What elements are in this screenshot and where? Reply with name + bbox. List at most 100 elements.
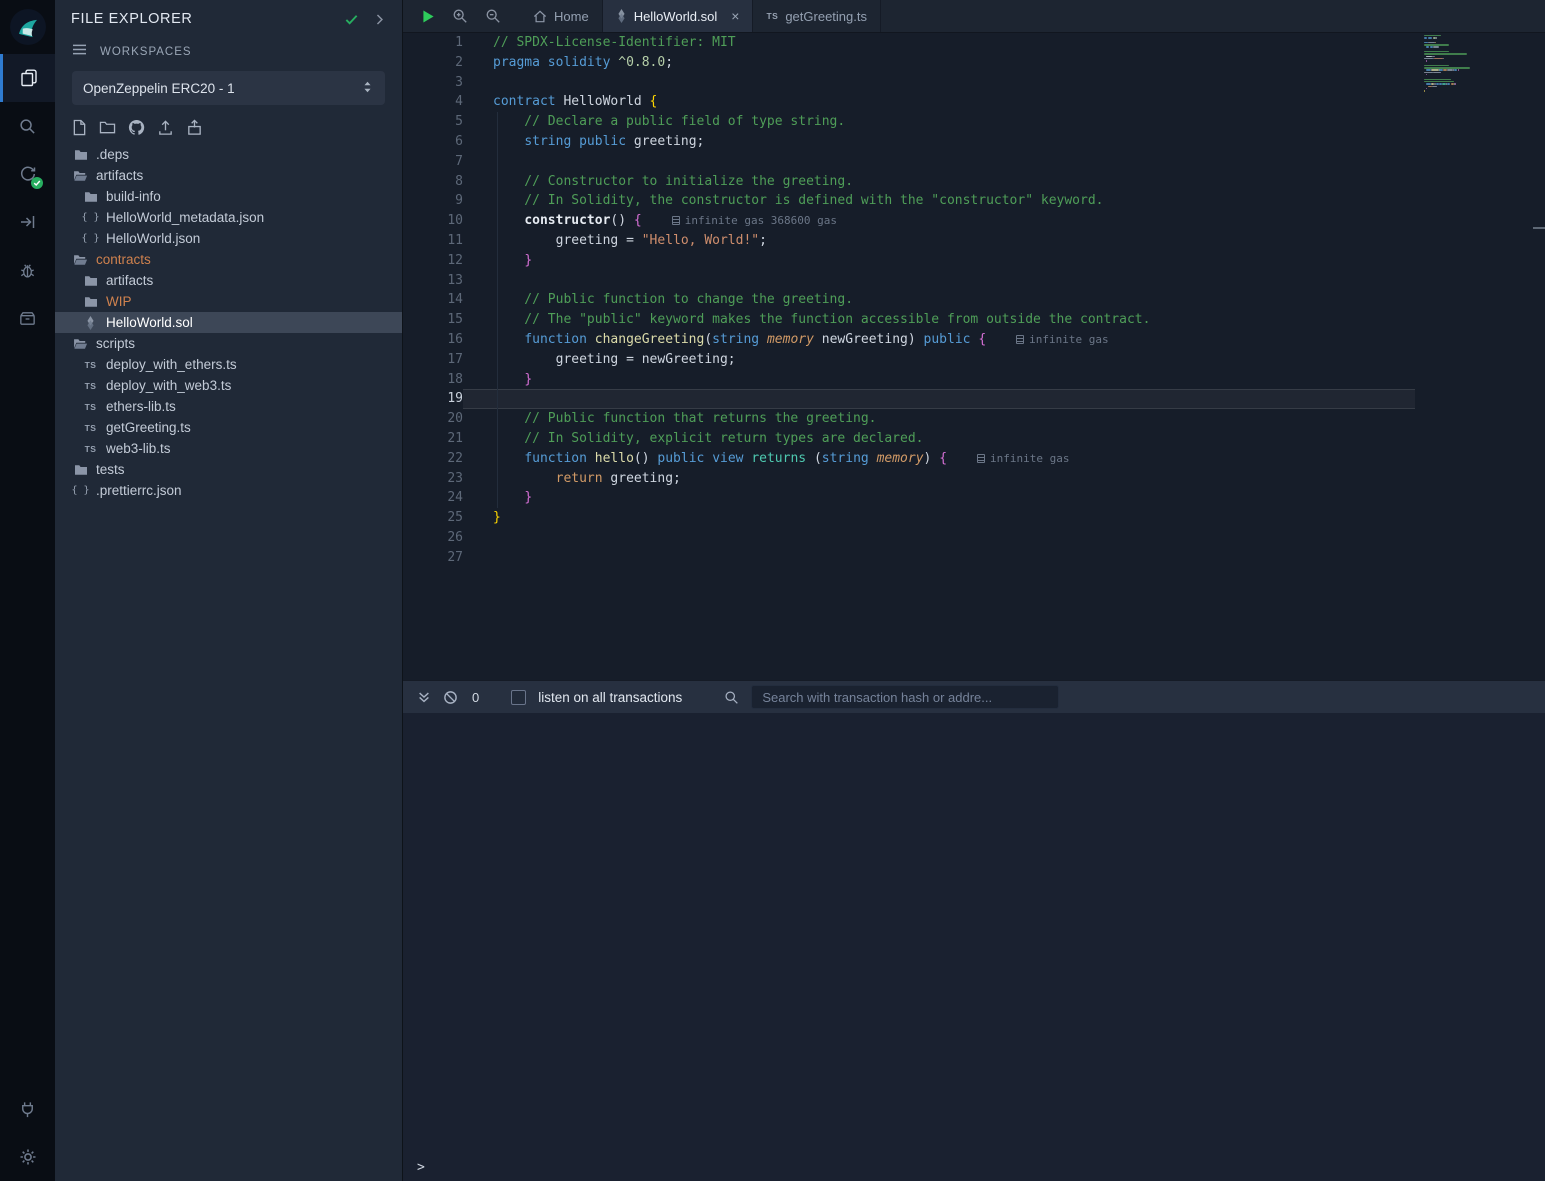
tree-item-deploy_with_ethers.ts[interactable]: TSdeploy_with_ethers.ts <box>55 354 402 375</box>
line-number[interactable]: 14 <box>403 290 463 310</box>
tree-item-.prettierrc.json[interactable]: { }.prettierrc.json <box>55 480 402 501</box>
tree-item-artifacts[interactable]: artifacts <box>55 165 402 186</box>
run-script-icon[interactable] <box>422 9 435 24</box>
code-line-13[interactable]: 13 <box>403 271 1415 291</box>
line-number[interactable]: 9 <box>403 191 463 211</box>
code-line-11[interactable]: 11 greeting = "Hello, World!"; <box>403 231 1415 251</box>
line-number[interactable]: 16 <box>403 330 463 350</box>
code-line-25[interactable]: 25} <box>403 508 1415 528</box>
line-number[interactable]: 26 <box>403 528 463 548</box>
code-line-5[interactable]: 5 // Declare a public field of type stri… <box>403 112 1415 132</box>
code-line-16[interactable]: 16 function changeGreeting(string memory… <box>403 330 1415 350</box>
tree-item-WIP[interactable]: WIP <box>55 291 402 312</box>
tree-item-artifacts[interactable]: artifacts <box>55 270 402 291</box>
code-line-19[interactable]: 19 <box>403 389 1415 409</box>
line-number[interactable]: 3 <box>403 73 463 93</box>
line-number[interactable]: 22 <box>403 449 463 469</box>
code-line-14[interactable]: 14 // Public function to change the gree… <box>403 290 1415 310</box>
line-number[interactable]: 1 <box>403 33 463 53</box>
deploy-run-button[interactable] <box>0 198 55 246</box>
tree-item-contracts[interactable]: contracts <box>55 249 402 270</box>
upload-file-icon[interactable] <box>157 119 174 136</box>
line-number[interactable]: 6 <box>403 132 463 152</box>
code-line-8[interactable]: 8 // Constructor to initialize the greet… <box>403 172 1415 192</box>
line-number[interactable]: 27 <box>403 548 463 568</box>
close-tab-icon[interactable]: × <box>731 9 739 23</box>
debugger-button[interactable] <box>0 246 55 294</box>
file-explorer-button[interactable] <box>0 54 55 102</box>
tree-item-HelloWorld.json[interactable]: { }HelloWorld.json <box>55 228 402 249</box>
settings-button[interactable] <box>0 1133 55 1181</box>
tab-Home[interactable]: Home <box>520 0 603 32</box>
code-line-10[interactable]: 10 constructor() {infinite gas 368600 ga… <box>403 211 1415 231</box>
minimap[interactable] <box>1424 35 1500 97</box>
line-number[interactable]: 20 <box>403 409 463 429</box>
tab-getGreeting.ts[interactable]: TSgetGreeting.ts <box>753 0 881 32</box>
line-number[interactable]: 15 <box>403 310 463 330</box>
line-number[interactable]: 24 <box>403 488 463 508</box>
tree-item-deploy_with_web3.ts[interactable]: TSdeploy_with_web3.ts <box>55 375 402 396</box>
line-number[interactable]: 7 <box>403 152 463 172</box>
code-line-12[interactable]: 12 } <box>403 251 1415 271</box>
line-number[interactable]: 21 <box>403 429 463 449</box>
code-line-21[interactable]: 21 // In Solidity, explicit return types… <box>403 429 1415 449</box>
upload-folder-icon[interactable] <box>186 119 203 136</box>
tab-HelloWorld.sol[interactable]: HelloWorld.sol× <box>603 0 754 32</box>
code-line-9[interactable]: 9 // In Solidity, the constructor is def… <box>403 191 1415 211</box>
tree-item-HelloWorld.sol[interactable]: HelloWorld.sol <box>55 312 402 333</box>
menu-icon[interactable] <box>72 43 87 61</box>
scrollbar-thumb[interactable] <box>1533 227 1545 229</box>
zoom-in-icon[interactable] <box>452 8 468 24</box>
line-number[interactable]: 19 <box>403 389 463 409</box>
plugin-manager-button[interactable] <box>0 294 55 342</box>
terminal-search-input[interactable] <box>751 685 1059 709</box>
terminal-expand-icon[interactable] <box>417 690 431 704</box>
terminal[interactable]: > <box>403 713 1545 1181</box>
tree-item-tests[interactable]: tests <box>55 459 402 480</box>
code-line-24[interactable]: 24 } <box>403 488 1415 508</box>
tree-item-.deps[interactable]: .deps <box>55 144 402 165</box>
code-line-17[interactable]: 17 greeting = newGreeting; <box>403 350 1415 370</box>
code-line-22[interactable]: 22 function hello() public view returns … <box>403 449 1415 469</box>
line-number[interactable]: 12 <box>403 251 463 271</box>
line-number[interactable]: 10 <box>403 211 463 231</box>
code-line-7[interactable]: 7 <box>403 152 1415 172</box>
tree-item-HelloWorld_metadata.json[interactable]: { }HelloWorld_metadata.json <box>55 207 402 228</box>
code-line-1[interactable]: 1// SPDX-License-Identifier: MIT <box>403 33 1415 53</box>
workspace-select[interactable]: OpenZeppelin ERC20 - 1 <box>72 71 385 105</box>
tree-item-build-info[interactable]: build-info <box>55 186 402 207</box>
plugin-connect-button[interactable] <box>0 1085 55 1133</box>
new-file-icon[interactable] <box>72 119 87 136</box>
line-number[interactable]: 18 <box>403 370 463 390</box>
tree-item-ethers-lib.ts[interactable]: TSethers-lib.ts <box>55 396 402 417</box>
check-icon[interactable] <box>344 12 359 27</box>
code-line-18[interactable]: 18 } <box>403 370 1415 390</box>
tree-item-scripts[interactable]: scripts <box>55 333 402 354</box>
code-line-26[interactable]: 26 <box>403 528 1415 548</box>
line-number[interactable]: 23 <box>403 469 463 489</box>
line-number[interactable]: 11 <box>403 231 463 251</box>
code-line-23[interactable]: 23 return greeting; <box>403 469 1415 489</box>
listen-transactions-checkbox[interactable] <box>511 690 526 705</box>
tree-item-getGreeting.ts[interactable]: TSgetGreeting.ts <box>55 417 402 438</box>
github-icon[interactable] <box>128 119 145 136</box>
terminal-prompt[interactable]: > <box>417 1160 425 1175</box>
code-editor[interactable]: 1// SPDX-License-Identifier: MIT2pragma … <box>403 33 1545 680</box>
line-number[interactable]: 4 <box>403 92 463 112</box>
line-number[interactable]: 8 <box>403 172 463 192</box>
code-line-20[interactable]: 20 // Public function that returns the g… <box>403 409 1415 429</box>
zoom-out-icon[interactable] <box>485 8 501 24</box>
tree-item-web3-lib.ts[interactable]: TSweb3-lib.ts <box>55 438 402 459</box>
line-number[interactable]: 17 <box>403 350 463 370</box>
code-line-2[interactable]: 2pragma solidity ^0.8.0; <box>403 53 1415 73</box>
new-folder-icon[interactable] <box>99 120 116 135</box>
code-line-4[interactable]: 4contract HelloWorld { <box>403 92 1415 112</box>
remix-logo[interactable] <box>0 0 55 54</box>
line-number[interactable]: 13 <box>403 271 463 291</box>
code-line-15[interactable]: 15 // The "public" keyword makes the fun… <box>403 310 1415 330</box>
solidity-compiler-button[interactable] <box>0 150 55 198</box>
clear-console-icon[interactable] <box>443 690 458 705</box>
chevron-right-icon[interactable] <box>373 13 386 26</box>
line-number[interactable]: 25 <box>403 508 463 528</box>
code-line-6[interactable]: 6 string public greeting; <box>403 132 1415 152</box>
